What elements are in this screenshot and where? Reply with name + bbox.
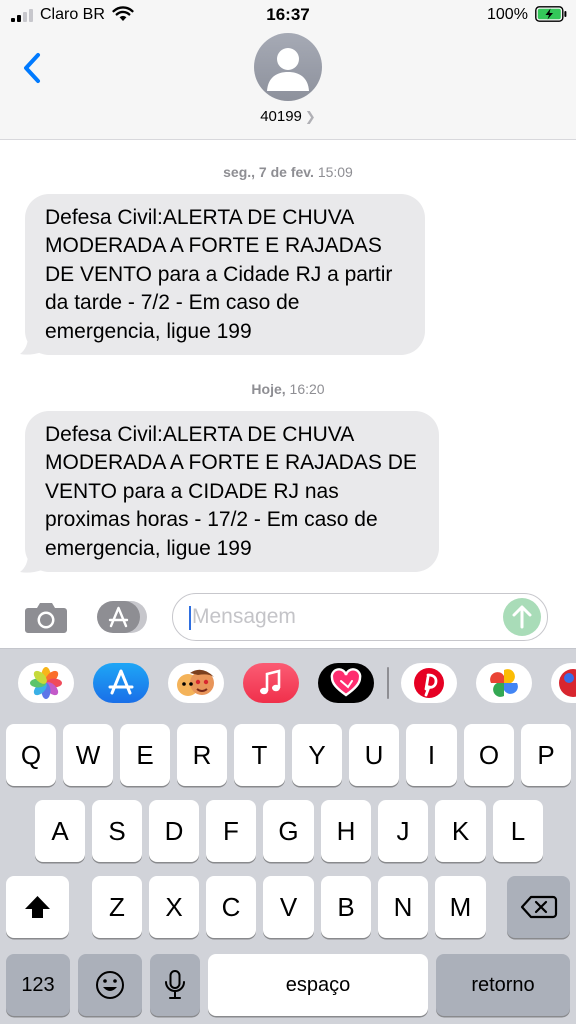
message-bubble[interactable]: Defesa Civil:ALERTA DE CHUVA MODERADA A … [25, 194, 425, 355]
emoji-icon [96, 971, 124, 999]
key-i[interactable]: I [406, 724, 457, 786]
message-timestamp: seg., 7 de fev. 15:09 [0, 164, 576, 180]
contact-name[interactable]: 40199 ❯ [0, 108, 576, 125]
key-a[interactable]: A [35, 800, 85, 862]
key-p[interactable]: P [521, 724, 571, 786]
delete-key[interactable] [507, 876, 570, 938]
app-store-button[interactable] [96, 600, 148, 634]
timestamp-time: 15:09 [317, 164, 353, 180]
key-g[interactable]: G [263, 800, 314, 862]
battery-percentage: 100% [487, 6, 528, 23]
key-e[interactable]: E [120, 724, 170, 786]
photos-icon[interactable] [18, 663, 74, 703]
key-x[interactable]: X [149, 876, 199, 938]
send-button[interactable] [503, 598, 541, 636]
key-j[interactable]: J [378, 800, 428, 862]
key-l[interactable]: L [493, 800, 543, 862]
key-k[interactable]: K [435, 800, 486, 862]
contact-avatar[interactable] [254, 33, 322, 101]
battery-charging-icon [535, 6, 567, 22]
space-key[interactable]: espaço [208, 954, 428, 1016]
message-text: Defesa Civil:ALERTA DE CHUVA MODERADA A … [45, 423, 417, 560]
music-icon[interactable] [243, 663, 299, 703]
chevron-right-icon: ❯ [304, 109, 316, 124]
camera-button[interactable] [24, 600, 68, 634]
timestamp-day: seg., 7 de fev. [223, 164, 314, 180]
pinterest-icon[interactable] [401, 663, 457, 703]
timestamp-day: Hoje, [251, 381, 286, 397]
key-t[interactable]: T [234, 724, 285, 786]
backspace-icon [520, 895, 558, 919]
message-bubble[interactable]: Defesa Civil:ALERTA DE CHUVA MODERADA A … [25, 411, 439, 572]
text-cursor [189, 606, 191, 630]
google-photos-icon[interactable] [476, 663, 532, 703]
digital-touch-icon[interactable] [318, 663, 374, 703]
message-text: Defesa Civil:ALERTA DE CHUVA MODERADA A … [45, 206, 393, 343]
key-r[interactable]: R [177, 724, 227, 786]
message-timestamp: Hoje, 16:20 [0, 381, 576, 397]
memoji-icon[interactable] [168, 663, 224, 703]
contact-number: 40199 [260, 108, 302, 125]
keyboard: Q W E R T Y U I O P A S D F G H J K L Z … [0, 716, 576, 1024]
key-v[interactable]: V [263, 876, 314, 938]
status-bar: Claro BR 16:37 100% [0, 0, 576, 30]
microphone-key[interactable] [150, 954, 200, 1016]
return-key[interactable]: retorno [436, 954, 570, 1016]
key-q[interactable]: Q [6, 724, 56, 786]
message-placeholder: Mensagem [192, 605, 296, 628]
back-button[interactable] [18, 48, 48, 88]
drawer-divider [387, 667, 389, 699]
key-c[interactable]: C [206, 876, 256, 938]
conversation-header: 40199 ❯ [0, 30, 576, 140]
arrow-up-icon [512, 605, 532, 629]
key-w[interactable]: W [63, 724, 113, 786]
key-n[interactable]: N [378, 876, 428, 938]
imessage-app-drawer [0, 648, 576, 716]
key-f[interactable]: F [206, 800, 256, 862]
key-m[interactable]: M [435, 876, 486, 938]
key-s[interactable]: S [92, 800, 142, 862]
key-o[interactable]: O [464, 724, 514, 786]
app-store-icon[interactable] [93, 663, 149, 703]
shift-icon [25, 896, 50, 918]
person-silhouette-icon [267, 48, 309, 91]
timestamp-time: 16:20 [289, 381, 325, 397]
key-y[interactable]: Y [292, 724, 342, 786]
key-z[interactable]: Z [92, 876, 142, 938]
key-h[interactable]: H [321, 800, 371, 862]
key-u[interactable]: U [349, 724, 399, 786]
key-b[interactable]: B [321, 876, 371, 938]
sticker-icon[interactable] [551, 663, 576, 703]
message-input[interactable]: Mensagem [172, 593, 548, 641]
microphone-icon [165, 970, 185, 999]
key-d[interactable]: D [149, 800, 199, 862]
shift-key[interactable] [6, 876, 69, 938]
emoji-key[interactable] [78, 954, 142, 1016]
numbers-key[interactable]: 123 [6, 954, 70, 1016]
